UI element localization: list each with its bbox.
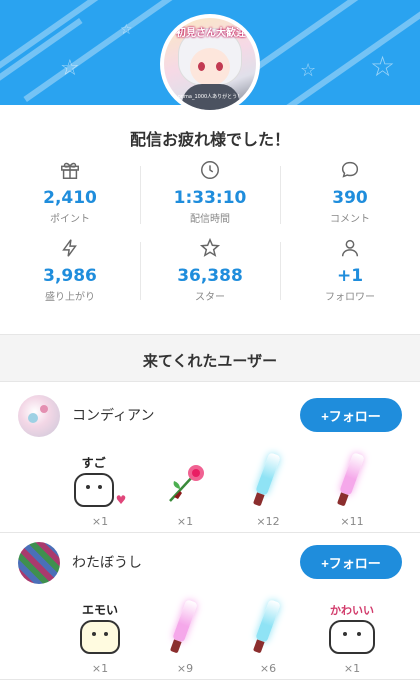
gift-count: ×9 <box>176 662 194 675</box>
star-decoration-icon: ☆ <box>300 60 317 81</box>
emoi-stamp-icon: エモい <box>60 598 140 654</box>
stat-points: 2,410 ポイント <box>0 158 140 225</box>
gift-count: ×1 <box>343 662 361 675</box>
gift-count: ×12 <box>256 515 280 528</box>
avatar-sub-text: onma_1000人ありがとう！ <box>177 94 243 100</box>
gift-item: ×6 <box>228 598 308 675</box>
gift-item: かわいい ×1 <box>312 598 392 675</box>
stat-label: ポイント <box>50 214 90 225</box>
stat-label: コメント <box>330 214 370 225</box>
gift-item: すご ♥ ×1 <box>60 451 140 528</box>
avatar[interactable] <box>18 542 60 584</box>
gift-item: ×12 <box>228 451 308 528</box>
gift-count: ×1 <box>91 515 109 528</box>
stamp-text: かわいい <box>330 604 374 617</box>
user-row: コンディアン +フォロー すご ♥ ×1 ×1 ×12 ×11 <box>0 383 420 533</box>
stat-label: 盛り上がり <box>45 292 95 303</box>
user-row: わたぼうし +フォロー エモい ×1 ×9 ×6 かわいい ×1 <box>0 530 420 680</box>
penlight-pink-icon <box>312 451 392 507</box>
stat-label: スター <box>195 292 225 303</box>
gift-count: ×1 <box>91 662 109 675</box>
gift-item: ×11 <box>312 451 392 528</box>
streamer-avatar[interactable]: 初見さん大歓迎 onma_1000人ありがとう！ <box>160 14 260 114</box>
user-name: コンディアン <box>72 408 155 424</box>
stat-followers: +1 フォロワー <box>280 236 420 303</box>
follow-button[interactable]: +フォロー <box>300 398 402 432</box>
gift-item: エモい ×1 <box>60 598 140 675</box>
star-icon <box>140 236 280 260</box>
avatar-title-text: 初見さん大歓迎 <box>176 28 246 39</box>
stamp-text: エモい <box>81 603 118 617</box>
rose-icon <box>145 451 225 507</box>
comment-icon <box>280 158 420 182</box>
user-name: わたぼうし <box>72 555 142 571</box>
penlight-blue-icon <box>228 598 308 654</box>
gift-icon <box>0 158 140 182</box>
stat-value: 36,388 <box>177 266 243 286</box>
gift-count: ×11 <box>340 515 364 528</box>
stat-excitement: 3,986 盛り上がり <box>0 236 140 303</box>
stat-value: +1 <box>336 266 364 286</box>
stat-comments: 390 コメント <box>280 158 420 225</box>
section-title: 来てくれたユーザー <box>142 352 278 370</box>
stat-value: 390 <box>332 188 368 208</box>
page-title: 配信お疲れ様でした！ <box>129 130 290 149</box>
sugoi-stamp-icon: すご ♥ <box>60 451 140 507</box>
stat-value: 2,410 <box>43 188 97 208</box>
gift-item: ×1 <box>145 451 225 528</box>
clock-icon <box>140 158 280 182</box>
stat-duration: 1:33:10 配信時間 <box>140 158 280 225</box>
kawaii-stamp-icon: かわいい <box>312 598 392 654</box>
star-decoration-icon: ☆ <box>120 22 133 38</box>
avatar[interactable] <box>18 395 60 437</box>
stat-label: フォロワー <box>325 292 375 303</box>
gift-count: ×1 <box>176 515 194 528</box>
person-icon <box>280 236 420 260</box>
penlight-blue-icon <box>228 451 308 507</box>
star-decoration-icon: ☆ <box>60 56 80 81</box>
follow-button[interactable]: +フォロー <box>300 545 402 579</box>
stat-stars: 36,388 スター <box>140 236 280 303</box>
stat-label: 配信時間 <box>190 214 230 225</box>
lightning-icon <box>0 236 140 260</box>
gift-item: ×9 <box>145 598 225 675</box>
stamp-text: すご <box>81 456 106 470</box>
stat-value: 3,986 <box>43 266 97 286</box>
penlight-pink-icon <box>145 598 225 654</box>
star-decoration-icon: ☆ <box>370 50 396 83</box>
gift-count: ×6 <box>259 662 277 675</box>
stat-value: 1:33:10 <box>173 188 247 208</box>
